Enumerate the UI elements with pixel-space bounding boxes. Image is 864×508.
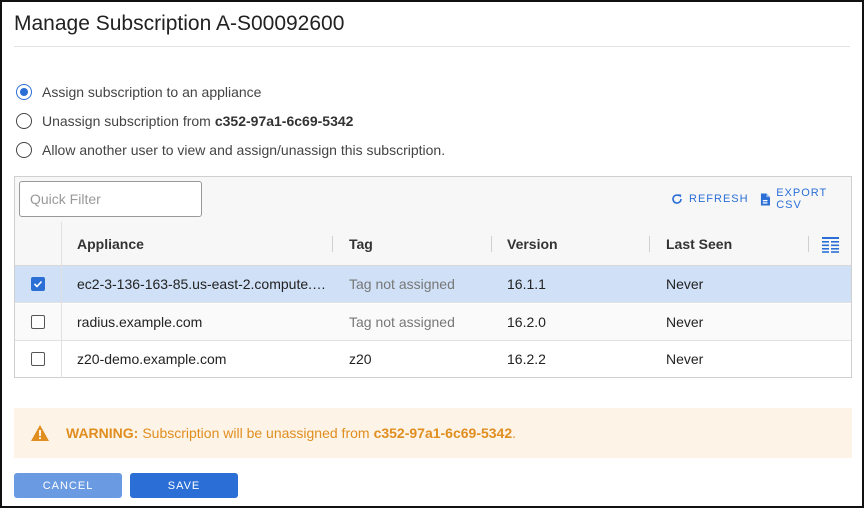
cell-last-seen: Never xyxy=(666,314,704,330)
option-assign[interactable]: Assign subscription to an appliance xyxy=(16,82,261,102)
option-share-label: Allow another user to view and assign/un… xyxy=(42,142,446,158)
warning-appliance: c352-97a1-6c69-5342 xyxy=(373,425,513,441)
quick-filter-input[interactable] xyxy=(19,181,202,217)
warning-label: WARNING: xyxy=(66,425,139,441)
row-checkbox[interactable] xyxy=(31,277,45,291)
warning-banner: WARNING: Subscription will be unassigned… xyxy=(14,408,852,458)
option-assign-label: Assign subscription to an appliance xyxy=(42,84,262,100)
refresh-button[interactable]: REFRESH xyxy=(671,191,749,207)
cell-appliance: ec2-3-136-163-85.us-east-2.compute.… xyxy=(77,276,327,292)
cell-last-seen: Never xyxy=(666,351,704,367)
cell-appliance: z20-demo.example.com xyxy=(77,351,227,367)
option-unassign[interactable]: Unassign subscription from c352-97a1-6c6… xyxy=(16,111,353,131)
radio-assign[interactable] xyxy=(16,84,32,100)
grid-header-row: Appliance Tag Version Last Seen xyxy=(15,222,851,266)
warning-triangle-icon xyxy=(31,425,49,441)
cell-version: 16.2.0 xyxy=(507,314,546,330)
table-row[interactable]: ec2-3-136-163-85.us-east-2.compute.… Tag… xyxy=(15,266,851,303)
column-divider[interactable] xyxy=(491,236,492,252)
cell-version: 16.2.2 xyxy=(507,351,546,367)
dialog-title: Manage Subscription A-S00092600 xyxy=(14,12,345,35)
export-csv-button[interactable]: EXPORT CSV xyxy=(760,187,851,211)
column-divider[interactable] xyxy=(332,236,333,252)
option-share[interactable]: Allow another user to view and assign/un… xyxy=(16,140,445,160)
export-csv-label: EXPORT CSV xyxy=(776,187,828,211)
table-row[interactable]: radius.example.com Tag not assigned 16.2… xyxy=(15,304,851,341)
column-header-last-seen[interactable]: Last Seen xyxy=(666,236,732,252)
table-row[interactable]: z20-demo.example.com z20 16.2.2 Never xyxy=(15,341,851,378)
grid-toolbar: REFRESH EXPORT CSV xyxy=(15,177,851,223)
refresh-label: REFRESH xyxy=(689,193,749,205)
warning-message: Subscription will be unassigned from xyxy=(142,425,370,441)
cell-tag: Tag not assigned xyxy=(349,276,455,292)
option-unassign-label: Unassign subscription from xyxy=(42,113,211,129)
radio-unassign[interactable] xyxy=(16,113,32,129)
column-header-tag[interactable]: Tag xyxy=(349,236,373,252)
warning-suffix: . xyxy=(512,425,517,441)
row-checkbox[interactable] xyxy=(31,315,45,329)
cell-tag: z20 xyxy=(349,351,372,367)
column-divider[interactable] xyxy=(808,236,809,252)
cancel-button[interactable]: CANCEL xyxy=(14,473,122,498)
title-divider xyxy=(14,46,850,47)
column-header-appliance[interactable]: Appliance xyxy=(77,236,144,252)
file-export-icon xyxy=(760,192,771,206)
checkbox-column-divider xyxy=(61,222,62,378)
appliance-grid: REFRESH EXPORT CSV Appliance Tag Version… xyxy=(14,176,852,378)
radio-share[interactable] xyxy=(16,142,32,158)
column-divider[interactable] xyxy=(649,236,650,252)
column-header-version[interactable]: Version xyxy=(507,236,558,252)
option-unassign-appliance: c352-97a1-6c69-5342 xyxy=(214,113,354,129)
save-button[interactable]: SAVE xyxy=(130,473,238,498)
cell-tag: Tag not assigned xyxy=(349,314,455,330)
check-icon xyxy=(33,280,43,288)
cell-last-seen: Never xyxy=(666,276,704,292)
cell-version: 16.1.1 xyxy=(507,276,546,292)
refresh-icon xyxy=(672,194,682,204)
columns-menu-icon[interactable] xyxy=(822,236,839,253)
cell-appliance: radius.example.com xyxy=(77,314,203,330)
row-checkbox[interactable] xyxy=(31,352,45,366)
manage-subscription-dialog: Manage Subscription A-S00092600 Assign s… xyxy=(0,0,864,508)
